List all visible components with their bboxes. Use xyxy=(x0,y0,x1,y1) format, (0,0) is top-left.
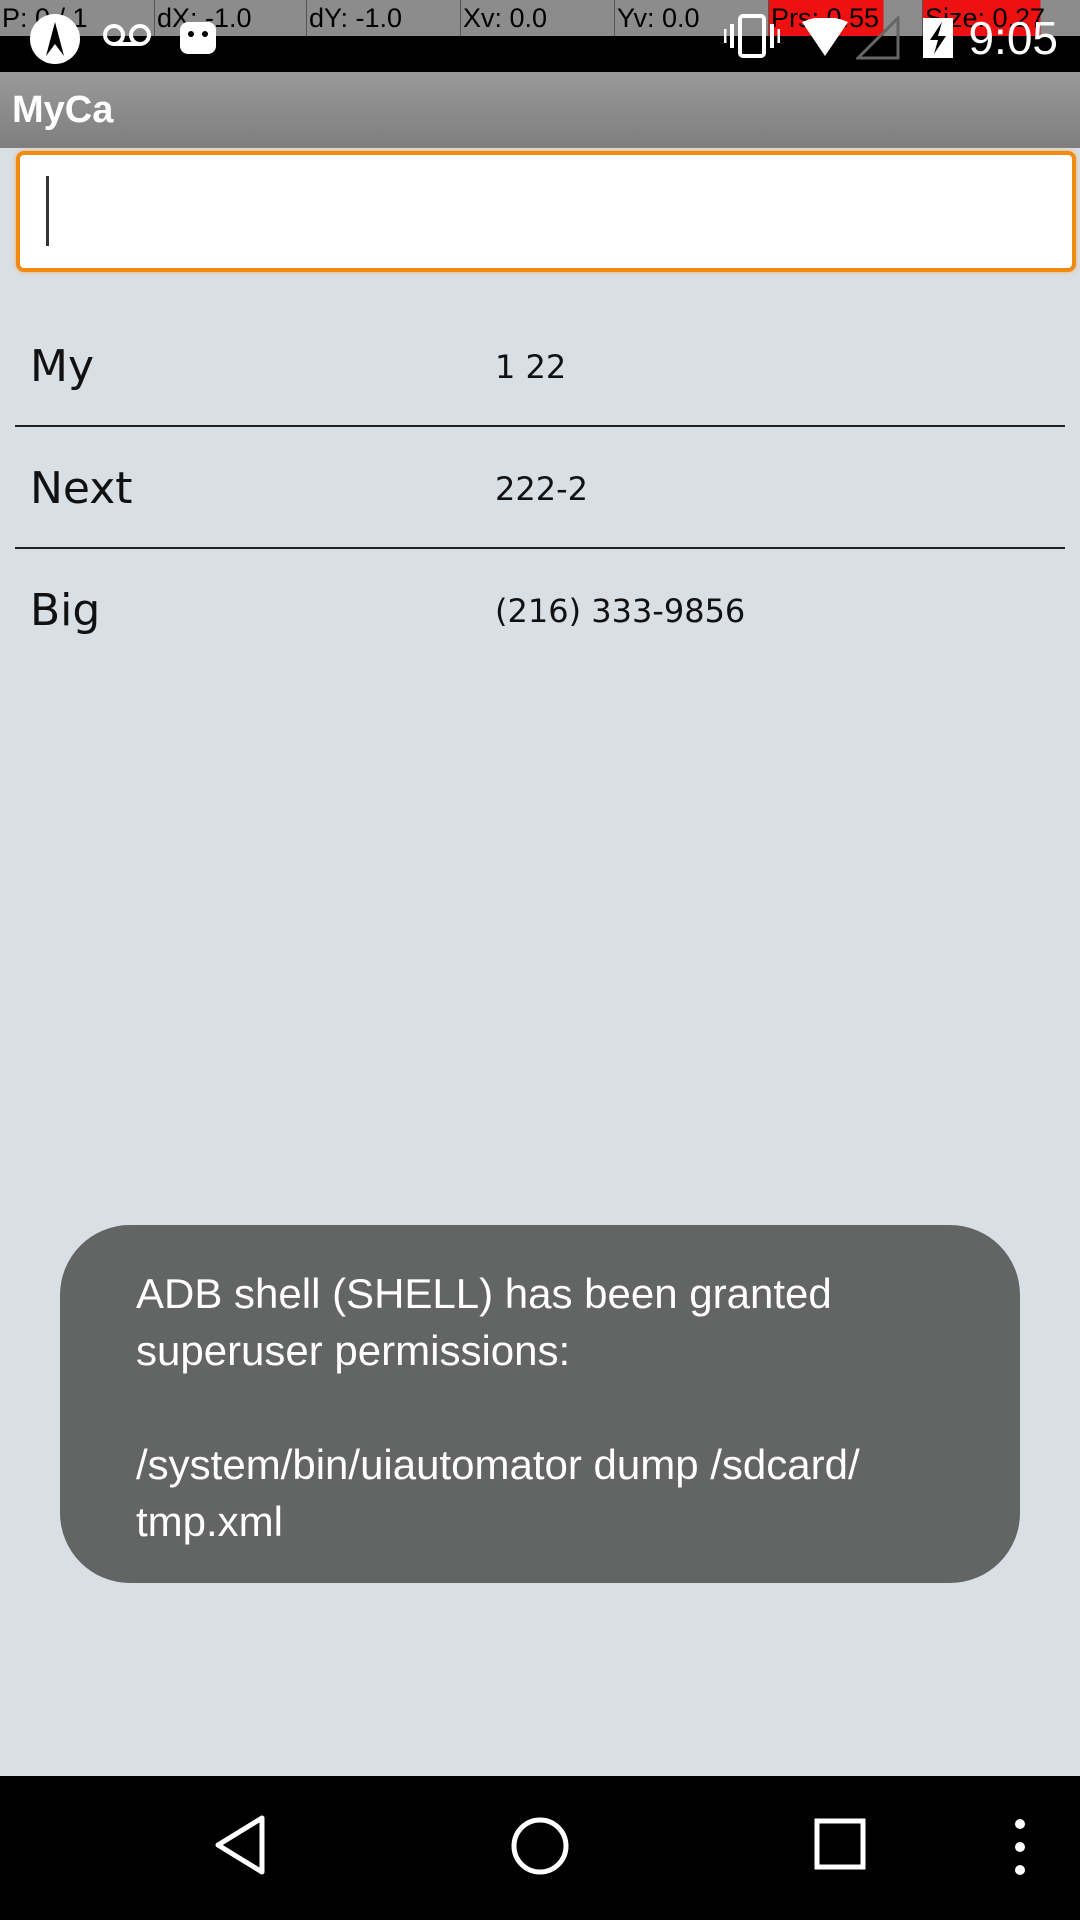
status-time: 9:05 xyxy=(968,12,1058,64)
superuser-toast: ADB shell (SHELL) has been granted super… xyxy=(60,1225,1020,1583)
toast-line: tmp.xml xyxy=(136,1498,283,1545)
contact-name: My xyxy=(30,341,95,392)
debug-dy: dY: -1.0 xyxy=(307,0,461,36)
list-item[interactable]: Big (216) 333-9856 xyxy=(15,547,1065,667)
text-cursor xyxy=(46,176,49,246)
voicemail-icon xyxy=(103,24,151,46)
contact-name: Big xyxy=(30,585,101,636)
list-item[interactable]: Next 222-2 xyxy=(15,425,1065,545)
app-title: MyCa xyxy=(12,89,114,131)
contact-name: Next xyxy=(30,463,133,514)
pointer-debug-overlay: P: 0 / 1 dX: -1.0 dY: -1.0 Xv: 0.0 Yv: 0… xyxy=(0,0,1080,36)
contact-number: 222-2 xyxy=(495,470,588,508)
back-icon[interactable] xyxy=(212,1814,268,1876)
navigation-bar xyxy=(0,1776,1080,1920)
contact-number: (216) 333-9856 xyxy=(495,592,746,630)
battery-charging-icon xyxy=(923,18,953,58)
title-bar: MyCa xyxy=(0,72,1080,148)
contact-number: 1 22 xyxy=(495,348,567,386)
toast-line: superuser permissions: xyxy=(136,1327,571,1374)
search-input[interactable] xyxy=(16,151,1076,272)
android-icon xyxy=(180,22,216,54)
vibrate-icon xyxy=(724,14,780,58)
recents-icon[interactable] xyxy=(814,1818,866,1870)
status-bar: P: 0 / 1 dX: -1.0 dY: -1.0 Xv: 0.0 Yv: 0… xyxy=(0,0,1080,72)
toast-line: /system/bin/uiautomator dump /sdcard/ xyxy=(136,1441,860,1488)
list-item[interactable]: My 1 22 xyxy=(15,303,1065,423)
overflow-menu-icon[interactable] xyxy=(1010,1816,1030,1878)
home-icon[interactable] xyxy=(510,1816,570,1876)
no-signal-icon xyxy=(856,16,900,60)
wifi-icon xyxy=(802,18,848,56)
debug-xv: Xv: 0.0 xyxy=(461,0,615,36)
toast-line: ADB shell (SHELL) has been granted xyxy=(136,1270,832,1317)
bug-icon xyxy=(30,14,80,64)
